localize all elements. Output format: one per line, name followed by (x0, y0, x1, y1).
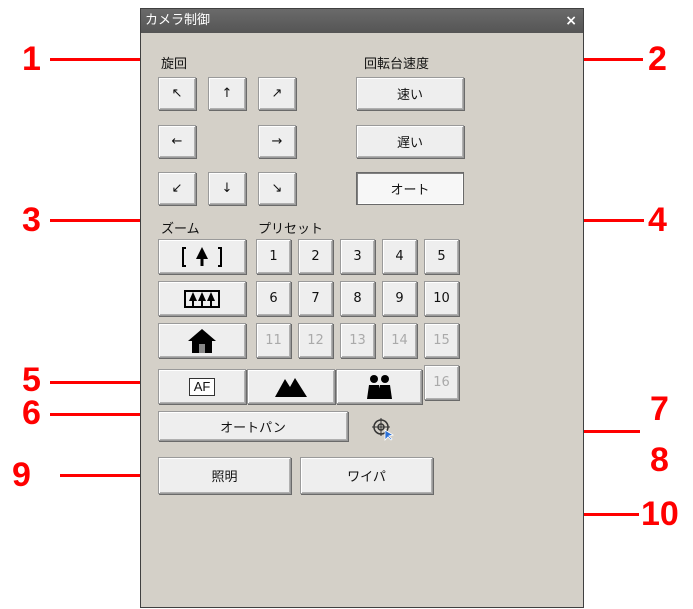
title-bar: カメラ制御 × (141, 9, 583, 33)
callout-7: 7 (650, 390, 669, 428)
people-icon (367, 374, 392, 399)
preset-button-11[interactable]: 11 (256, 323, 291, 358)
focus-near-button[interactable] (336, 369, 422, 404)
pan-down-button[interactable]: ↓ (208, 172, 246, 205)
wiper-button[interactable]: ワイパ (300, 457, 433, 494)
preset-button-3[interactable]: 3 (340, 239, 375, 274)
callout-4: 4 (648, 201, 667, 239)
camera-control-window: カメラ制御 × 旋回 ↖ ↑ ↗ ← → ↙ ↓ ↘ 回転台速度 速い 遅い オ… (140, 8, 584, 608)
autofocus-button[interactable]: AF (158, 369, 246, 404)
preset-label: プリセット (258, 222, 324, 237)
callout-10: 10 (641, 495, 679, 533)
pan-down-left-button[interactable]: ↙ (158, 172, 196, 205)
af-label: AF (188, 377, 216, 396)
pan-down-right-button[interactable]: ↘ (258, 172, 296, 205)
focus-far-button[interactable] (247, 369, 335, 404)
speed-slow-button[interactable]: 遅い (356, 125, 464, 158)
window-title: カメラ制御 (145, 13, 211, 28)
callout-5: 5 (22, 361, 41, 399)
mountain-icon (275, 377, 307, 397)
callout-1: 1 (22, 40, 41, 78)
pan-up-button[interactable]: ↑ (208, 77, 246, 110)
callout-6: 6 (22, 394, 41, 432)
zoom-tele-icon (182, 246, 222, 267)
speed-fast-button[interactable]: 速い (356, 77, 464, 110)
preset-button-13[interactable]: 13 (340, 323, 375, 358)
preset-button-2[interactable]: 2 (298, 239, 333, 274)
lighting-button[interactable]: 照明 (158, 457, 291, 494)
callout-2: 2 (648, 40, 667, 78)
target-cursor-icon[interactable] (371, 417, 395, 441)
preset-button-7[interactable]: 7 (298, 281, 333, 316)
pan-left-button[interactable]: ← (158, 125, 196, 158)
client-area: 旋回 ↖ ↑ ↗ ← → ↙ ↓ ↘ 回転台速度 速い 遅い オート ズーム プ… (146, 33, 578, 601)
home-icon (188, 328, 216, 353)
speed-auto-button[interactable]: オート (356, 172, 464, 205)
home-position-button[interactable] (158, 323, 246, 358)
callout-line-1 (50, 58, 150, 61)
zoom-tele-button[interactable] (158, 239, 246, 274)
close-icon[interactable]: × (565, 9, 577, 33)
callout-line-3 (50, 219, 150, 222)
preset-button-14[interactable]: 14 (382, 323, 417, 358)
preset-button-8[interactable]: 8 (340, 281, 375, 316)
callout-8: 8 (650, 441, 669, 479)
preset-button-6[interactable]: 6 (256, 281, 291, 316)
zoom-wide-icon (184, 289, 220, 308)
pan-label: 旋回 (161, 57, 188, 72)
preset-button-4[interactable]: 4 (382, 239, 417, 274)
pan-right-button[interactable]: → (258, 125, 296, 158)
auto-pan-button[interactable]: オートパン (158, 411, 348, 441)
zoom-wide-button[interactable] (158, 281, 246, 316)
preset-button-1[interactable]: 1 (256, 239, 291, 274)
speed-label: 回転台速度 (364, 57, 430, 72)
preset-button-9[interactable]: 9 (382, 281, 417, 316)
zoom-label: ズーム (161, 222, 200, 237)
preset-button-16[interactable]: 16 (424, 365, 459, 400)
preset-button-12[interactable]: 12 (298, 323, 333, 358)
preset-button-5[interactable]: 5 (424, 239, 459, 274)
pan-up-left-button[interactable]: ↖ (158, 77, 196, 110)
callout-9: 9 (12, 456, 31, 494)
callout-3: 3 (22, 201, 41, 239)
preset-button-15[interactable]: 15 (424, 323, 459, 358)
preset-button-10[interactable]: 10 (424, 281, 459, 316)
pan-up-right-button[interactable]: ↗ (258, 77, 296, 110)
